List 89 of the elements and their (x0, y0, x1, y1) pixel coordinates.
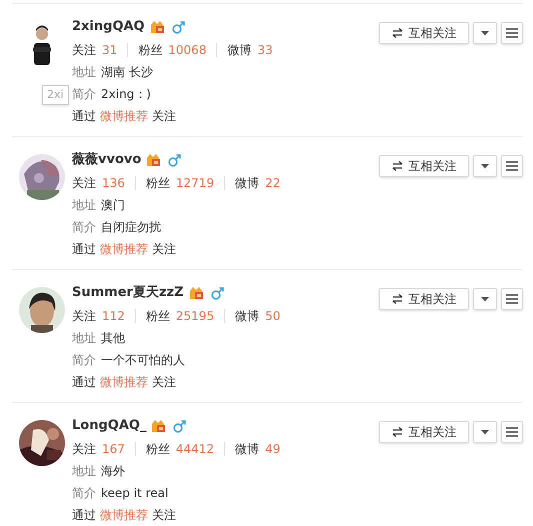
following-count[interactable]: 136 (102, 175, 125, 191)
swap-arrows-icon (392, 294, 402, 304)
fans-count[interactable]: 12719 (176, 175, 214, 191)
fans-count[interactable]: 25195 (176, 308, 214, 324)
caret-icon (481, 30, 489, 36)
user-name[interactable]: Summer夏天zzZ (72, 285, 184, 301)
tooltip: 2xi (42, 85, 69, 105)
mutual-follow-button[interactable]: 互相关注 (379, 155, 469, 177)
menu-button[interactable] (501, 288, 523, 310)
fans-label: 粉丝 (146, 441, 170, 457)
menu-button[interactable] (501, 421, 523, 443)
posts-count[interactable]: 50 (265, 308, 280, 324)
menu-icon (506, 294, 518, 304)
menu-button[interactable] (501, 155, 523, 177)
vip-crown-icon (151, 419, 168, 433)
address-label: 地址 (72, 197, 96, 213)
posts-label: 微博 (235, 441, 260, 457)
vip-crown-icon (150, 20, 166, 34)
via-text: 关注 (152, 241, 176, 257)
user-name[interactable]: 2xingQAQ (72, 19, 145, 35)
male-icon (172, 20, 185, 34)
menu-icon (506, 28, 518, 38)
address-text: 海外 (101, 463, 125, 479)
via-text: 通过 (72, 374, 96, 390)
following-label: 关注 (72, 441, 96, 457)
address-text: 澳门 (101, 197, 125, 213)
user-name[interactable]: LongQAQ_ (72, 418, 146, 434)
address-label: 地址 (72, 64, 96, 80)
posts-count[interactable]: 22 (265, 175, 280, 191)
dropdown-button[interactable] (473, 421, 497, 443)
vip-crown-icon (188, 286, 204, 300)
mutual-follow-button[interactable]: 互相关注 (379, 421, 469, 443)
swap-arrows-icon (392, 28, 402, 38)
user-name[interactable]: 薇薇vvovo (72, 152, 142, 168)
vip-crown-icon (146, 153, 162, 167)
dropdown-button[interactable] (473, 155, 497, 177)
posts-count[interactable]: 33 (257, 42, 273, 58)
fans-label: 粉丝 (146, 308, 170, 324)
bio-text: keep it real (101, 485, 168, 501)
via-text: 关注 (152, 108, 176, 124)
via-text: 通过 (72, 507, 96, 523)
dropdown-button[interactable] (473, 22, 497, 44)
following-count[interactable]: 31 (102, 42, 118, 58)
via-text: 关注 (152, 374, 176, 390)
bio-label: 简介 (72, 219, 96, 235)
fans-label: 粉丝 (146, 175, 170, 191)
fans-count[interactable]: 44412 (176, 441, 214, 457)
caret-icon (481, 296, 489, 302)
male-icon (210, 286, 224, 300)
posts-label: 微博 (227, 42, 252, 58)
bio-text: 一个不可怕的人 (101, 352, 185, 368)
bio-label: 简介 (72, 86, 96, 102)
address-label: 地址 (72, 330, 96, 346)
mutual-follow-button[interactable]: 互相关注 (379, 288, 469, 310)
swap-arrows-icon (392, 427, 402, 437)
source-link[interactable]: 微博推荐 (100, 108, 148, 124)
via-text: 关注 (152, 507, 176, 523)
menu-icon (506, 161, 518, 171)
via-text: 通过 (72, 241, 96, 257)
menu-button[interactable] (501, 22, 523, 44)
fans-count[interactable]: 10068 (168, 42, 206, 58)
posts-count[interactable]: 49 (265, 441, 280, 457)
caret-icon (481, 430, 489, 434)
following-label: 关注 (72, 175, 96, 191)
dropdown-button[interactable] (473, 288, 497, 310)
following-label: 关注 (72, 42, 96, 58)
address-text: 湖南 长沙 (101, 64, 153, 80)
posts-label: 微博 (235, 308, 260, 324)
bio-label: 简介 (72, 485, 96, 501)
source-link[interactable]: 微博推荐 (100, 241, 148, 257)
fans-label: 粉丝 (138, 42, 162, 58)
address-text: 其他 (101, 330, 125, 346)
bio-text: 自闭症勿扰 (101, 219, 161, 235)
following-count[interactable]: 167 (102, 441, 125, 457)
caret-icon (481, 164, 489, 168)
bio-label: 简介 (72, 352, 96, 368)
following-count[interactable]: 112 (102, 308, 125, 324)
swap-arrows-icon (392, 161, 402, 171)
source-link[interactable]: 微博推荐 (100, 374, 148, 390)
mutual-follow-button[interactable]: 互相关注 (379, 22, 469, 44)
address-label: 地址 (72, 463, 96, 479)
source-link[interactable]: 微博推荐 (100, 507, 148, 523)
male-icon (168, 154, 182, 166)
via-text: 通过 (72, 108, 96, 124)
menu-icon (506, 427, 518, 437)
male-icon (173, 420, 186, 432)
posts-label: 微博 (235, 175, 260, 191)
bio-text: 2xing：) (101, 86, 151, 102)
following-label: 关注 (72, 308, 96, 324)
